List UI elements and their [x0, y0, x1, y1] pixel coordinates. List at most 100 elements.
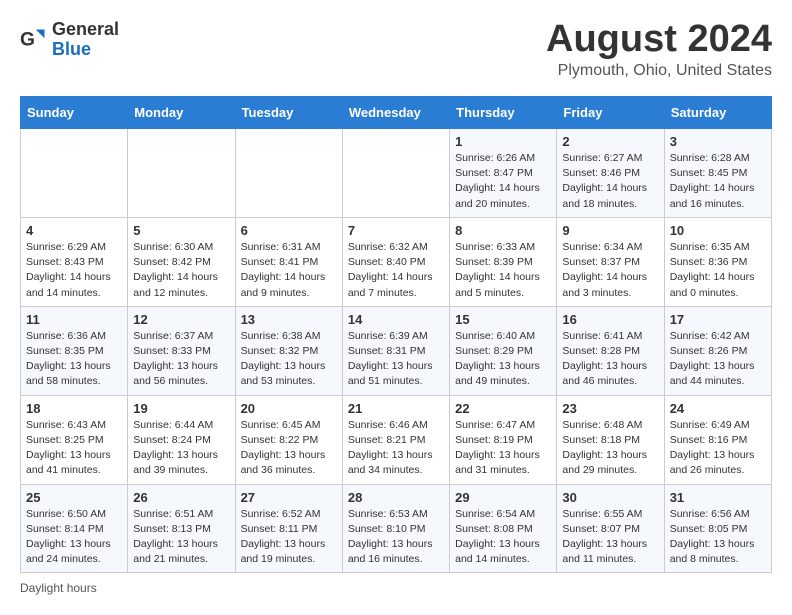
day-number: 14: [348, 312, 444, 327]
calendar-cell: 22 Sunrise: 6:47 AM Sunset: 8:19 PM Dayli…: [450, 395, 557, 484]
calendar-cell: 21 Sunrise: 6:46 AM Sunset: 8:21 PM Dayli…: [342, 395, 449, 484]
day-number: 30: [562, 490, 658, 505]
month-year-title: August 2024: [546, 20, 772, 58]
day-info: Sunrise: 6:49 AM Sunset: 8:16 PM Dayligh…: [670, 418, 766, 479]
weekday-header-wednesday: Wednesday: [342, 97, 449, 129]
title-area: August 2024 Plymouth, Ohio, United State…: [546, 20, 772, 80]
day-info: Sunrise: 6:33 AM Sunset: 8:39 PM Dayligh…: [455, 240, 551, 301]
location-subtitle: Plymouth, Ohio, United States: [546, 62, 772, 80]
day-number: 13: [241, 312, 337, 327]
day-number: 24: [670, 401, 766, 416]
day-info: Sunrise: 6:29 AM Sunset: 8:43 PM Dayligh…: [26, 240, 122, 301]
day-info: Sunrise: 6:35 AM Sunset: 8:36 PM Dayligh…: [670, 240, 766, 301]
weekday-header-monday: Monday: [128, 97, 235, 129]
day-number: 20: [241, 401, 337, 416]
logo-general-text: General: [52, 19, 119, 39]
day-number: 2: [562, 134, 658, 149]
calendar-cell: [342, 129, 449, 218]
day-number: 22: [455, 401, 551, 416]
day-info: Sunrise: 6:50 AM Sunset: 8:14 PM Dayligh…: [26, 507, 122, 568]
day-info: Sunrise: 6:30 AM Sunset: 8:42 PM Dayligh…: [133, 240, 229, 301]
day-info: Sunrise: 6:39 AM Sunset: 8:31 PM Dayligh…: [348, 329, 444, 390]
logo-icon: G: [20, 26, 48, 54]
day-number: 19: [133, 401, 229, 416]
weekday-header-friday: Friday: [557, 97, 664, 129]
day-number: 21: [348, 401, 444, 416]
day-number: 10: [670, 223, 766, 238]
day-info: Sunrise: 6:31 AM Sunset: 8:41 PM Dayligh…: [241, 240, 337, 301]
day-info: Sunrise: 6:26 AM Sunset: 8:47 PM Dayligh…: [455, 151, 551, 212]
weekday-header-thursday: Thursday: [450, 97, 557, 129]
calendar-cell: 18 Sunrise: 6:43 AM Sunset: 8:25 PM Dayli…: [21, 395, 128, 484]
day-info: Sunrise: 6:43 AM Sunset: 8:25 PM Dayligh…: [26, 418, 122, 479]
week-row-3: 11 Sunrise: 6:36 AM Sunset: 8:35 PM Dayli…: [21, 306, 772, 395]
day-info: Sunrise: 6:47 AM Sunset: 8:19 PM Dayligh…: [455, 418, 551, 479]
calendar-cell: [21, 129, 128, 218]
calendar-cell: 26Sunrise: 6:51 AM Sunset: 8:13 PM Dayli…: [128, 484, 235, 573]
day-info: Sunrise: 6:37 AM Sunset: 8:33 PM Dayligh…: [133, 329, 229, 390]
day-info: Sunrise: 6:52 AM Sunset: 8:11 PM Dayligh…: [241, 507, 337, 568]
calendar-cell: 11 Sunrise: 6:36 AM Sunset: 8:35 PM Dayli…: [21, 306, 128, 395]
day-info: Sunrise: 6:46 AM Sunset: 8:21 PM Dayligh…: [348, 418, 444, 479]
calendar-cell: 20 Sunrise: 6:45 AM Sunset: 8:22 PM Dayli…: [235, 395, 342, 484]
week-row-5: 25 Sunrise: 6:50 AM Sunset: 8:14 PM Dayli…: [21, 484, 772, 573]
calendar-cell: 13Sunrise: 6:38 AM Sunset: 8:32 PM Dayli…: [235, 306, 342, 395]
day-info: Sunrise: 6:55 AM Sunset: 8:07 PM Dayligh…: [562, 507, 658, 568]
weekday-header-tuesday: Tuesday: [235, 97, 342, 129]
day-info: Sunrise: 6:34 AM Sunset: 8:37 PM Dayligh…: [562, 240, 658, 301]
day-info: Sunrise: 6:41 AM Sunset: 8:28 PM Dayligh…: [562, 329, 658, 390]
weekday-header-saturday: Saturday: [664, 97, 771, 129]
day-info: Sunrise: 6:27 AM Sunset: 8:46 PM Dayligh…: [562, 151, 658, 212]
logo-blue-text: Blue: [52, 39, 91, 59]
day-number: 25: [26, 490, 122, 505]
calendar-cell: 7Sunrise: 6:32 AM Sunset: 8:40 PM Daylig…: [342, 217, 449, 306]
day-number: 5: [133, 223, 229, 238]
day-info: Sunrise: 6:45 AM Sunset: 8:22 PM Dayligh…: [241, 418, 337, 479]
week-row-2: 4 Sunrise: 6:29 AM Sunset: 8:43 PM Daylig…: [21, 217, 772, 306]
day-number: 11: [26, 312, 122, 327]
week-row-4: 18 Sunrise: 6:43 AM Sunset: 8:25 PM Dayli…: [21, 395, 772, 484]
calendar-cell: 10 Sunrise: 6:35 AM Sunset: 8:36 PM Dayli…: [664, 217, 771, 306]
day-info: Sunrise: 6:51 AM Sunset: 8:13 PM Dayligh…: [133, 507, 229, 568]
day-number: 23: [562, 401, 658, 416]
calendar-cell: 9 Sunrise: 6:34 AM Sunset: 8:37 PM Daylig…: [557, 217, 664, 306]
calendar-cell: 12Sunrise: 6:37 AM Sunset: 8:33 PM Dayli…: [128, 306, 235, 395]
day-number: 1: [455, 134, 551, 149]
day-info: Sunrise: 6:42 AM Sunset: 8:26 PM Dayligh…: [670, 329, 766, 390]
calendar-cell: 8Sunrise: 6:33 AM Sunset: 8:39 PM Daylig…: [450, 217, 557, 306]
day-info: Sunrise: 6:48 AM Sunset: 8:18 PM Dayligh…: [562, 418, 658, 479]
day-number: 4: [26, 223, 122, 238]
calendar-cell: 23 Sunrise: 6:48 AM Sunset: 8:18 PM Dayli…: [557, 395, 664, 484]
day-number: 3: [670, 134, 766, 149]
day-number: 9: [562, 223, 658, 238]
day-number: 18: [26, 401, 122, 416]
day-info: Sunrise: 6:28 AM Sunset: 8:45 PM Dayligh…: [670, 151, 766, 212]
calendar-cell: 4 Sunrise: 6:29 AM Sunset: 8:43 PM Daylig…: [21, 217, 128, 306]
day-number: 31: [670, 490, 766, 505]
day-number: 15: [455, 312, 551, 327]
calendar-cell: 24 Sunrise: 6:49 AM Sunset: 8:16 PM Dayli…: [664, 395, 771, 484]
calendar-table: SundayMondayTuesdayWednesdayThursdayFrid…: [20, 96, 772, 573]
footer: Daylight hours: [20, 581, 772, 595]
calendar-cell: 25 Sunrise: 6:50 AM Sunset: 8:14 PM Dayli…: [21, 484, 128, 573]
calendar-cell: 5 Sunrise: 6:30 AM Sunset: 8:42 PM Daylig…: [128, 217, 235, 306]
daylight-label: Daylight hours: [20, 581, 97, 595]
svg-text:G: G: [20, 29, 35, 50]
day-number: 27: [241, 490, 337, 505]
day-info: Sunrise: 6:44 AM Sunset: 8:24 PM Dayligh…: [133, 418, 229, 479]
calendar-cell: 31Sunrise: 6:56 AM Sunset: 8:05 PM Dayli…: [664, 484, 771, 573]
calendar-cell: 16Sunrise: 6:41 AM Sunset: 8:28 PM Dayli…: [557, 306, 664, 395]
logo: G General Blue: [20, 20, 119, 60]
calendar-cell: 6Sunrise: 6:31 AM Sunset: 8:41 PM Daylig…: [235, 217, 342, 306]
page-header: G General Blue August 2024 Plymouth, Ohi…: [20, 20, 772, 80]
calendar-cell: 3 Sunrise: 6:28 AM Sunset: 8:45 PM Daylig…: [664, 129, 771, 218]
day-info: Sunrise: 6:32 AM Sunset: 8:40 PM Dayligh…: [348, 240, 444, 301]
calendar-cell: 15Sunrise: 6:40 AM Sunset: 8:29 PM Dayli…: [450, 306, 557, 395]
weekday-header-sunday: Sunday: [21, 97, 128, 129]
calendar-cell: [235, 129, 342, 218]
weekday-header-row: SundayMondayTuesdayWednesdayThursdayFrid…: [21, 97, 772, 129]
calendar-cell: 28Sunrise: 6:53 AM Sunset: 8:10 PM Dayli…: [342, 484, 449, 573]
calendar-cell: 17Sunrise: 6:42 AM Sunset: 8:26 PM Dayli…: [664, 306, 771, 395]
calendar-cell: 2 Sunrise: 6:27 AM Sunset: 8:46 PM Daylig…: [557, 129, 664, 218]
day-info: Sunrise: 6:36 AM Sunset: 8:35 PM Dayligh…: [26, 329, 122, 390]
